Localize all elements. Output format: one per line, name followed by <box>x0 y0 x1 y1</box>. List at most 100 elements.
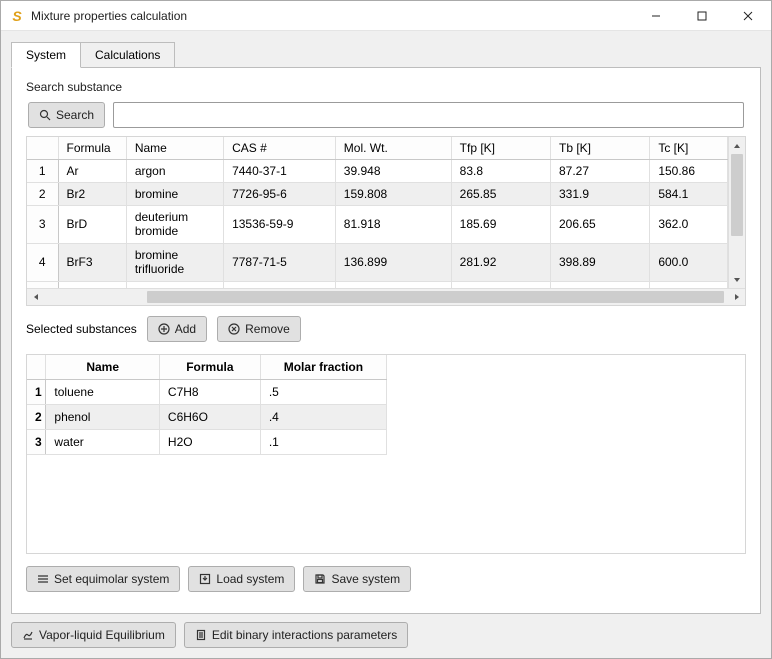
cell-tfp: 212.65 <box>451 281 550 288</box>
col-formula[interactable]: Formula <box>159 355 260 380</box>
results-table-body[interactable]: Formula Name CAS # Mol. Wt. Tfp [K] Tb [… <box>27 137 728 288</box>
table-row[interactable]: 4 BrF3 bromine trifluoride 7787-71-5 136… <box>27 243 728 281</box>
tab-panel-system: Search substance Search <box>11 67 761 614</box>
scroll-down-icon[interactable] <box>729 271 745 288</box>
row-number: 5 <box>27 281 58 288</box>
col-rownum[interactable] <box>27 137 58 160</box>
scroll-right-icon[interactable] <box>728 289 745 305</box>
cell-name: water <box>46 430 160 455</box>
edit-binary-button[interactable]: Edit binary interactions parameters <box>184 622 408 648</box>
col-molar-fraction[interactable]: Molar fraction <box>260 355 386 380</box>
button-label: Vapor-liquid Equilibrium <box>39 628 165 642</box>
scroll-thumb[interactable] <box>731 154 743 236</box>
cell-tb: 314.31 <box>551 281 650 288</box>
col-rownum[interactable] <box>27 355 46 380</box>
scroll-track[interactable] <box>729 154 745 271</box>
col-tc[interactable]: Tc [K] <box>650 137 728 160</box>
cell-tc: 470.0 <box>650 281 728 288</box>
maximize-button[interactable] <box>679 1 725 31</box>
search-button[interactable]: Search <box>28 102 105 128</box>
cell-tb: 87.27 <box>551 160 650 183</box>
cell-name: argon <box>126 160 223 183</box>
cell-cas: 13536-59-9 <box>224 206 336 244</box>
cell-tb: 398.89 <box>551 243 650 281</box>
vle-button[interactable]: Vapor-liquid Equilibrium <box>11 622 176 648</box>
results-hscroll[interactable] <box>27 288 745 305</box>
cell-formula: C7H8 <box>159 380 260 405</box>
cell-tc: 362.0 <box>650 206 728 244</box>
table-row[interactable]: 1 Ar argon 7440-37-1 39.948 83.8 87.27 1… <box>27 160 728 183</box>
cell-tc: 584.1 <box>650 183 728 206</box>
tab-calculations[interactable]: Calculations <box>80 42 175 67</box>
selected-header-row: Name Formula Molar fraction <box>27 355 387 380</box>
minimize-button[interactable] <box>633 1 679 31</box>
cell-name: phenol <box>46 405 160 430</box>
row-number: 3 <box>27 206 58 244</box>
add-button-label: Add <box>175 322 196 336</box>
add-button[interactable]: Add <box>147 316 207 342</box>
cell-mf: .5 <box>260 380 386 405</box>
col-tfp[interactable]: Tfp [K] <box>451 137 550 160</box>
cell-mf: .4 <box>260 405 386 430</box>
button-label: Set equimolar system <box>54 572 169 586</box>
row-number: 1 <box>27 380 46 405</box>
tab-system[interactable]: System <box>11 42 81 68</box>
table-row[interactable]: 5 BrF5 bromine pentafluoride 7789-30-2 1… <box>27 281 728 288</box>
client-area: System Calculations Search substance Sea… <box>1 31 771 658</box>
cell-tfp: 83.8 <box>451 160 550 183</box>
table-row[interactable]: 1 toluene C7H8 .5 <box>27 380 387 405</box>
cell-mw: 159.808 <box>335 183 451 206</box>
list-icon <box>37 573 49 585</box>
plus-icon <box>158 323 170 335</box>
set-equimolar-button[interactable]: Set equimolar system <box>26 566 180 592</box>
cell-name: bromine pentafluoride <box>126 281 223 288</box>
col-formula[interactable]: Formula <box>58 137 126 160</box>
remove-icon <box>228 323 240 335</box>
cell-tc: 150.86 <box>650 160 728 183</box>
button-label: Load system <box>216 572 284 586</box>
col-cas[interactable]: CAS # <box>224 137 336 160</box>
row-number: 4 <box>27 243 58 281</box>
table-row[interactable]: 2 Br2 bromine 7726-95-6 159.808 265.85 3… <box>27 183 728 206</box>
table-row[interactable]: 2 phenol C6H6O .4 <box>27 405 387 430</box>
search-icon <box>39 109 51 121</box>
col-name[interactable]: Name <box>126 137 223 160</box>
cell-tfp: 265.85 <box>451 183 550 206</box>
selected-table: Name Formula Molar fraction 1 toluene C7… <box>26 354 746 554</box>
results-header-row: Formula Name CAS # Mol. Wt. Tfp [K] Tb [… <box>27 137 728 160</box>
results-table: Formula Name CAS # Mol. Wt. Tfp [K] Tb [… <box>26 136 746 306</box>
results-vscroll[interactable] <box>728 137 745 288</box>
search-button-label: Search <box>56 108 94 122</box>
load-system-button[interactable]: Load system <box>188 566 295 592</box>
cell-cas: 7789-30-2 <box>224 281 336 288</box>
scroll-left-icon[interactable] <box>27 289 44 305</box>
col-name[interactable]: Name <box>46 355 160 380</box>
table-row[interactable]: 3 water H2O .1 <box>27 430 387 455</box>
footer-buttons: Vapor-liquid Equilibrium Edit binary int… <box>11 622 761 648</box>
col-tb[interactable]: Tb [K] <box>551 137 650 160</box>
scroll-thumb[interactable] <box>147 291 724 303</box>
button-label: Save system <box>331 572 400 586</box>
app-icon: S <box>9 8 25 24</box>
system-buttons: Set equimolar system Load system Save sy… <box>26 566 746 592</box>
col-mw[interactable]: Mol. Wt. <box>335 137 451 160</box>
selected-controls: Selected substances Add Remove <box>26 316 746 342</box>
table-row[interactable]: 3 BrD deuterium bromide 13536-59-9 81.91… <box>27 206 728 244</box>
save-system-button[interactable]: Save system <box>303 566 411 592</box>
scroll-track[interactable] <box>44 289 728 305</box>
cell-formula: BrF3 <box>58 243 126 281</box>
scroll-up-icon[interactable] <box>729 137 745 154</box>
cell-formula: Br2 <box>58 183 126 206</box>
document-icon <box>195 629 207 641</box>
row-number: 3 <box>27 430 46 455</box>
cell-tc: 600.0 <box>650 243 728 281</box>
cell-name: bromine trifluoride <box>126 243 223 281</box>
load-icon <box>199 573 211 585</box>
cell-formula: BrD <box>58 206 126 244</box>
window-title: Mixture properties calculation <box>31 9 187 23</box>
search-input[interactable] <box>113 102 744 128</box>
window-controls <box>633 1 771 31</box>
close-button[interactable] <box>725 1 771 31</box>
remove-button[interactable]: Remove <box>217 316 301 342</box>
save-icon <box>314 573 326 585</box>
